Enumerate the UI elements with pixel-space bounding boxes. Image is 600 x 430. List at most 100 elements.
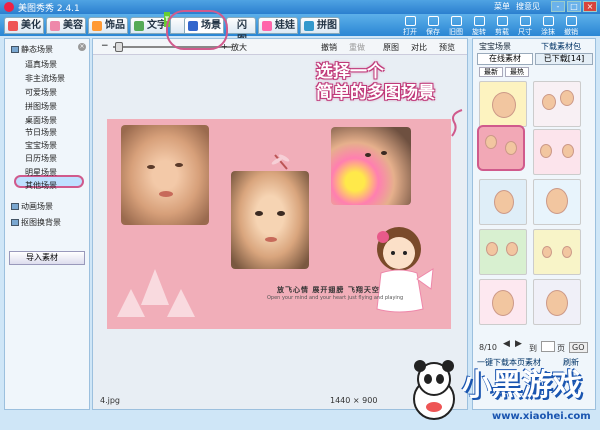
zoom-out-icon[interactable]: − bbox=[101, 41, 109, 51]
category-item[interactable]: 非主流场景 bbox=[25, 73, 65, 84]
category-cutout-background[interactable]: 抠图换背景 bbox=[11, 217, 61, 228]
preview-button[interactable]: 预览 bbox=[439, 42, 455, 53]
cartoon-girl-icon bbox=[376, 227, 434, 313]
main-toolbar: 美化 美容 饰品 文字T 边 场景 闪图 娃娃 拼图 打开 保存 旧图 旋转 剪… bbox=[0, 12, 600, 46]
annotation-arrow-icon bbox=[451, 109, 463, 137]
tree-decoration bbox=[117, 289, 145, 317]
collage-icon bbox=[304, 21, 314, 31]
tab-downloaded[interactable]: 已下载[14] bbox=[535, 53, 593, 65]
scene-thumbnail[interactable] bbox=[479, 179, 527, 225]
feedback-button[interactable]: 搜意见 bbox=[516, 1, 540, 12]
zoom-in-label[interactable]: 放大 bbox=[231, 42, 247, 53]
tab-collage[interactable]: 拼图 bbox=[300, 17, 340, 34]
minimize-button[interactable]: - bbox=[551, 1, 565, 12]
accessories-icon bbox=[92, 21, 102, 31]
subtab-newest[interactable]: 最新 bbox=[479, 67, 503, 77]
beautify-icon bbox=[8, 21, 18, 31]
scene-thumbnail[interactable] bbox=[533, 129, 581, 175]
scene-thumbnail[interactable] bbox=[533, 229, 581, 275]
tab-online-materials[interactable]: 在线素材 bbox=[477, 53, 533, 65]
download-pack-link[interactable]: 下载素材包 bbox=[541, 41, 581, 52]
old-image-button[interactable]: 旧图 bbox=[446, 16, 466, 37]
baby-photo-2[interactable] bbox=[231, 171, 309, 269]
goto-label: 到 bbox=[529, 344, 537, 353]
import-material-button[interactable]: 导入素材 bbox=[9, 251, 85, 265]
tree-decoration bbox=[167, 289, 195, 317]
category-item[interactable]: 逼真场景 bbox=[25, 59, 57, 70]
smudge-icon bbox=[542, 16, 554, 26]
category-item[interactable]: 拼图场景 bbox=[25, 101, 57, 112]
undo-canvas-button[interactable]: 撤销 bbox=[321, 42, 337, 53]
open-button[interactable]: 打开 bbox=[400, 16, 420, 37]
dragonfly-icon bbox=[271, 154, 290, 170]
old-image-icon bbox=[450, 16, 462, 26]
page-label: 页 bbox=[557, 344, 565, 353]
category-animated-scenes[interactable]: 动画场景 bbox=[11, 201, 53, 212]
compare-button[interactable]: 对比 bbox=[411, 42, 427, 53]
category-item[interactable]: 桌面场景 bbox=[25, 115, 57, 126]
baby-photo-1[interactable] bbox=[121, 125, 209, 225]
rotate-icon bbox=[473, 16, 485, 26]
baby-photo-3[interactable] bbox=[331, 127, 411, 205]
tab-text[interactable]: 文字 T bbox=[130, 12, 170, 34]
scene-caption: 放飞心情 展开翅膀 飞翔天空 bbox=[277, 286, 380, 294]
watermark-url: www.xiaohei.com bbox=[492, 411, 591, 422]
save-button[interactable]: 保存 bbox=[423, 16, 443, 37]
undo-button[interactable]: 撤销 bbox=[561, 16, 581, 37]
tab-beauty[interactable]: 美容 bbox=[46, 17, 86, 34]
prev-page-icon[interactable]: ◀ bbox=[503, 339, 510, 349]
watermark: 小黑游戏 www.xiaohei.com bbox=[402, 355, 600, 430]
tab-highlight-circle bbox=[166, 10, 228, 50]
tab-flash[interactable]: 闪图 bbox=[226, 17, 256, 46]
scene-thumbnail[interactable] bbox=[533, 179, 581, 225]
tab-accessories[interactable]: 饰品 bbox=[88, 17, 128, 34]
panel-close-icon[interactable]: × bbox=[78, 43, 86, 51]
next-page-icon[interactable]: ▶ bbox=[515, 339, 522, 349]
category-item[interactable]: 日历场景 bbox=[25, 153, 57, 164]
category-item[interactable]: 可爱场景 bbox=[25, 87, 57, 98]
app-icon bbox=[4, 2, 14, 12]
tab-beautify[interactable]: 美化 bbox=[4, 17, 44, 34]
crop-button[interactable]: 剪载 bbox=[492, 16, 512, 37]
material-header: 宝宝场景 bbox=[479, 42, 511, 51]
scene-thumbnail-selected[interactable] bbox=[477, 125, 525, 171]
text-icon bbox=[134, 21, 144, 31]
page-number-input[interactable] bbox=[541, 341, 555, 352]
category-item-selected[interactable]: 宝宝场景 bbox=[25, 140, 57, 151]
scene-thumbnail[interactable] bbox=[533, 279, 581, 325]
go-button[interactable]: GO bbox=[569, 342, 588, 353]
folder-icon bbox=[11, 46, 19, 53]
save-icon bbox=[427, 16, 439, 26]
tab-doll[interactable]: 娃娃 bbox=[258, 17, 298, 34]
tree-decoration bbox=[141, 269, 169, 305]
resize-button[interactable]: 尺寸 bbox=[515, 16, 535, 37]
menu-button[interactable]: 菜单 bbox=[494, 1, 510, 12]
page-indicator: 8/10 bbox=[479, 343, 497, 352]
scene-thumbnail[interactable] bbox=[533, 81, 581, 127]
rotate-button[interactable]: 旋转 bbox=[469, 16, 489, 37]
open-icon bbox=[404, 16, 416, 26]
category-item[interactable]: 其他场景 bbox=[25, 180, 57, 191]
scene-thumbnail[interactable] bbox=[479, 229, 527, 275]
original-button[interactable]: 原图 bbox=[383, 42, 399, 53]
subtab-hottest[interactable]: 最热 bbox=[505, 67, 529, 77]
doll-icon bbox=[262, 21, 272, 31]
beauty-icon bbox=[50, 21, 60, 31]
tutorial-annotation: 选择一个 简单的多图场景 bbox=[316, 62, 435, 103]
smudge-button[interactable]: 涂抹 bbox=[538, 16, 558, 37]
watermark-brand: 小黑游戏 bbox=[462, 368, 582, 403]
scene-canvas[interactable]: 放飞心情 展开翅膀 飞翔天空 Open your mind and your h… bbox=[107, 119, 451, 329]
close-button[interactable]: × bbox=[583, 1, 597, 12]
undo-icon bbox=[565, 16, 577, 26]
scene-thumbnail[interactable] bbox=[479, 279, 527, 325]
maximize-button[interactable]: □ bbox=[567, 1, 581, 12]
zoom-slider-knob[interactable] bbox=[115, 42, 123, 52]
canvas-toolbar: − + 放大 撤销 重做 原图 对比 预览 bbox=[93, 39, 467, 55]
cutout-icon bbox=[11, 219, 19, 226]
scene-thumbnail[interactable] bbox=[479, 81, 527, 127]
resize-icon bbox=[519, 16, 531, 26]
category-item[interactable]: 节日场景 bbox=[25, 127, 57, 138]
category-static-scenes[interactable]: 静态场景 bbox=[11, 44, 53, 55]
redo-canvas-button[interactable]: 重做 bbox=[349, 42, 365, 53]
category-item[interactable]: 明星场景 bbox=[25, 167, 57, 178]
